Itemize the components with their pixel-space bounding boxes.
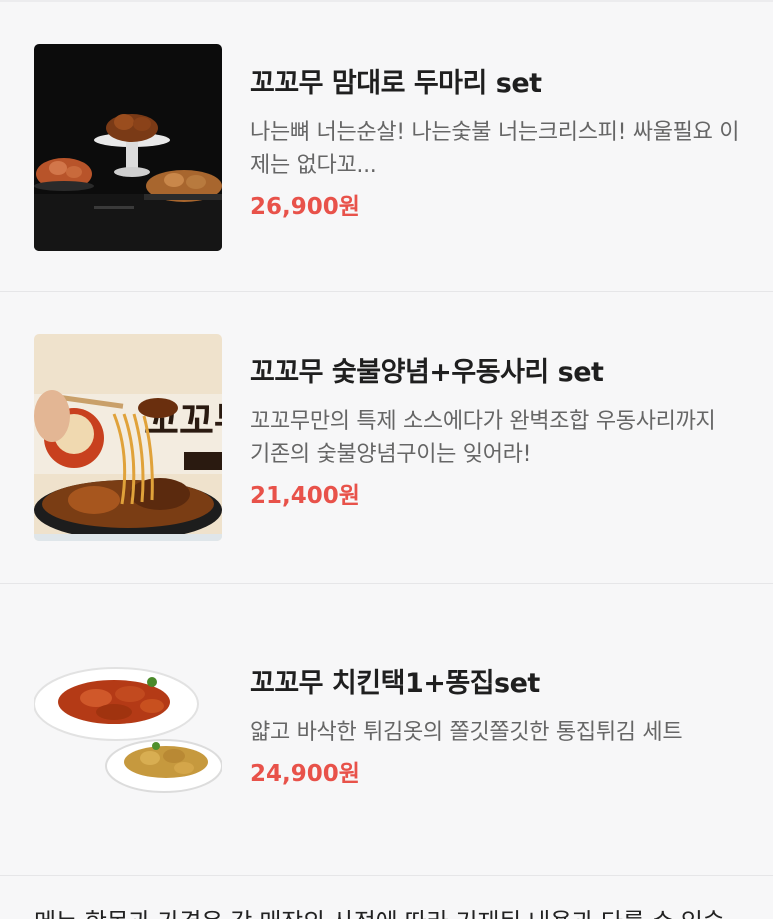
menu-item-image[interactable] [34,666,222,796]
menu-item-title: 꼬꼬무 치킨택1+똥집set [250,668,540,699]
menu-item-title: 꼬꼬무 숯불양념+우동사리 set [250,357,604,388]
menu-item[interactable]: 꼬꼬무 맘대로 두마리 set 나는뼈 너는순살! 나는숯불 너는크리스피! 싸… [0,2,773,292]
menu-item-price: 21,400원 [250,483,360,509]
menu-item[interactable]: 꼬꼬무 치킨택1+똥집set 얇고 바삭한 튀김옷의 쫄깃쫄깃한 통집튀김 세트… [0,584,773,876]
menu-item-image[interactable] [34,44,222,251]
menu-notice: 메뉴 항목과 가격은 각 매장의 사정에 따라 기재된 내용과 다를 수 있습 [34,902,773,919]
chicken-gizzard-plates-image [34,666,222,796]
menu-item-info: 꼬꼬무 치킨택1+똥집set 얇고 바삭한 튀김옷의 쫄깃쫄깃한 통집튀김 세트… [250,666,750,789]
udon-chicken-image: 꼬꼬무 [34,334,222,541]
menu-item-description: 나는뼈 너는순살! 나는숯불 너는크리스피! 싸울필요 이제는 없다꼬... [250,120,740,178]
menu-item-image[interactable]: 꼬꼬무 [34,334,222,541]
menu-item-info: 꼬꼬무 맘대로 두마리 set 나는뼈 너는순살! 나는숯불 너는크리스피! 싸… [250,66,750,222]
menu-item-price: 26,900원 [250,194,360,220]
menu-list: 꼬꼬무 맘대로 두마리 set 나는뼈 너는순살! 나는숯불 너는크리스피! 싸… [0,2,773,876]
menu-item-price: 24,900원 [250,761,360,787]
menu-item-title: 꼬꼬무 맘대로 두마리 set [250,68,542,99]
menu-item-description: 얇고 바삭한 튀김옷의 쫄깃쫄깃한 통집튀김 세트 [250,720,683,745]
menu-item-description: 꼬꼬무만의 특제 소스에다가 완벽조합 우동사리까지 기존의 숯불양념구이는 잊… [250,409,716,467]
chicken-platter-dark-image [34,44,222,251]
menu-item-info: 꼬꼬무 숯불양념+우동사리 set 꼬꼬무만의 특제 소스에다가 완벽조합 우동… [250,355,750,511]
menu-item[interactable]: 꼬꼬무 꼬꼬무 숯불양념+우동사리 set 꼬꼬무만의 특제 소스에다가 완벽조… [0,292,773,584]
